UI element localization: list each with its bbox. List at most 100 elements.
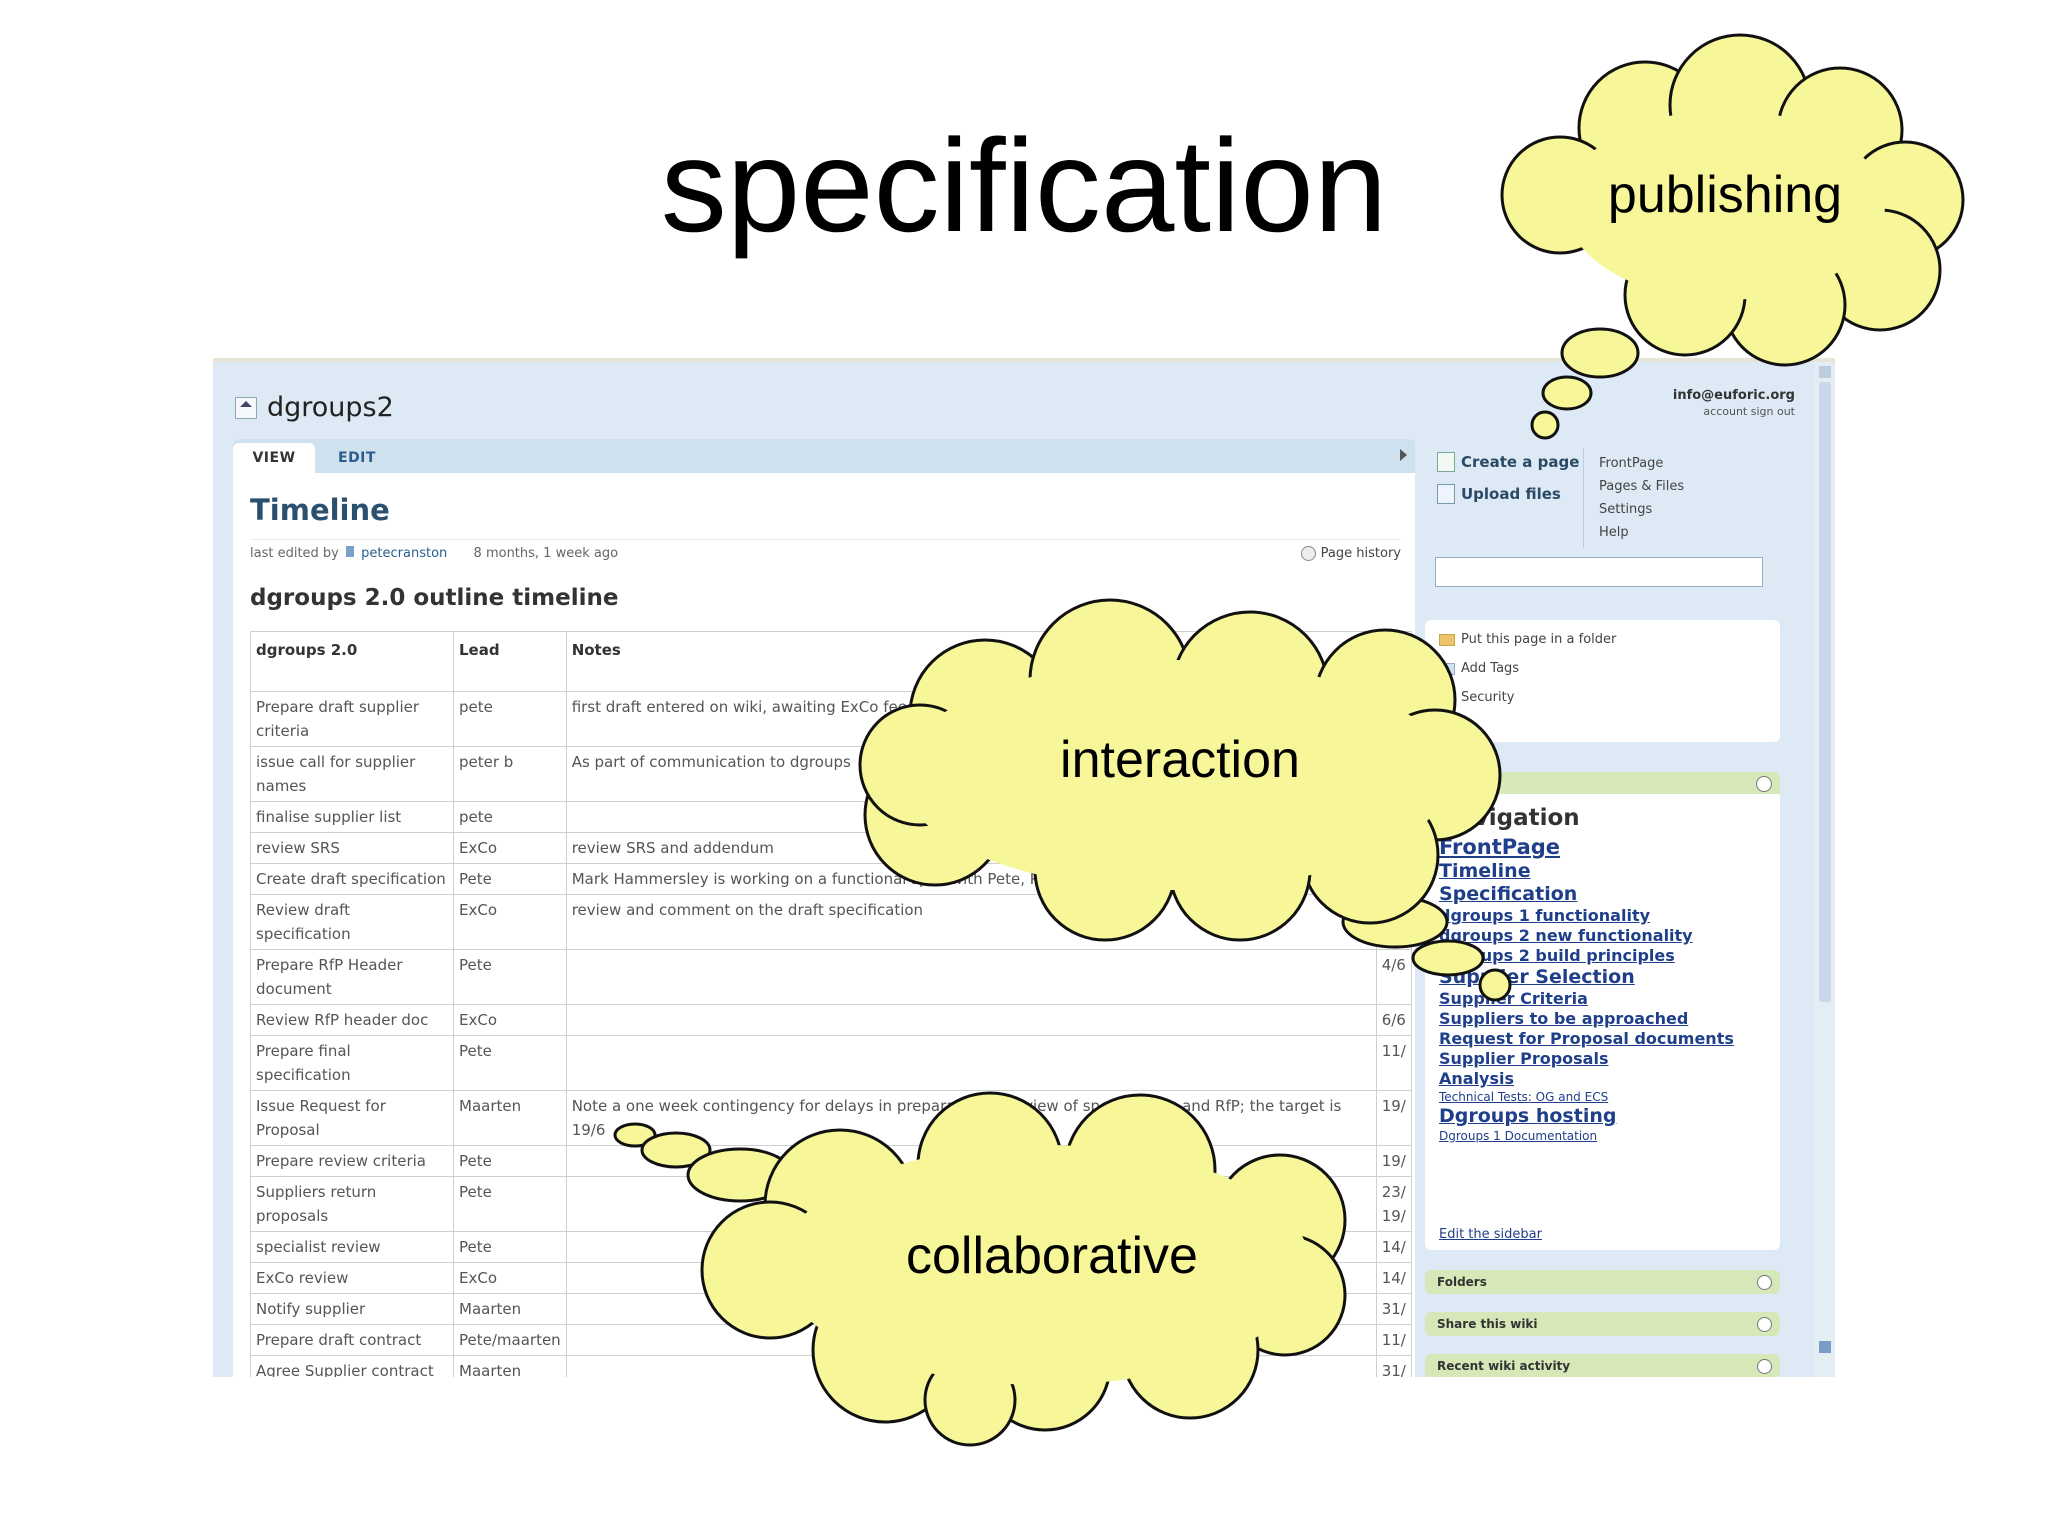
create-page-label[interactable]: Create a page [1461,453,1579,471]
scroll-down-arrow-icon[interactable] [1819,1341,1831,1353]
folders-section[interactable]: Folders [1425,1270,1780,1294]
cell-date [1375,832,1412,864]
account-links[interactable]: account sign out [1673,405,1795,418]
header-lead: Lead [453,631,567,692]
nav-link[interactable]: dgroups 2 new functionality [1439,926,1734,946]
table-row: review SRS ExCo review SRS and addendum [250,832,1412,864]
put-in-folder-label[interactable]: Put this page in a folder [1461,632,1616,647]
cell-date: 6/6 [1375,1004,1412,1036]
cell-lead: ExCo [453,832,567,864]
timeline-table: dgroups 2.0 Lead Notes Prepare draft sup… [250,631,1412,1377]
nav-link[interactable]: FrontPage [1439,835,1734,860]
create-page-button[interactable]: Create a page [1437,452,1579,472]
quicklink-pages-files[interactable]: Pages & Files [1599,475,1684,498]
quicklink-settings[interactable]: Settings [1599,498,1684,521]
upload-files-button[interactable]: Upload files [1437,484,1579,504]
cell-notes [565,1035,1377,1091]
cell-lead: Pete [453,1231,567,1263]
navigation-title: Navigation [1439,805,1580,831]
nav-link[interactable]: Analysis [1439,1069,1734,1089]
cell-notes [565,801,1377,833]
folders-label[interactable]: Folders [1425,1275,1487,1289]
expand-icon[interactable] [1757,1317,1772,1332]
account-email[interactable]: info@euforic.org [1673,388,1795,403]
nav-link[interactable]: dgroups 2 build principles [1439,946,1734,966]
page-history-link[interactable]: Page history [1300,546,1401,561]
user-icon [346,546,355,557]
site-title[interactable]: dgroups2 [235,392,394,423]
table-row: Notify supplier Maarten 31/ [250,1293,1412,1325]
cell-date: 11/ [1375,1035,1412,1091]
edit-sidebar-link[interactable]: Edit the sidebar [1439,1227,1542,1242]
cell-date: 23/ 19/ [1375,1176,1412,1232]
home-icon[interactable] [235,396,257,419]
cell-date [1375,691,1412,747]
nav-link[interactable]: Technical Tests: OG and ECS [1439,1089,1734,1105]
table-row: Review RfP header doc ExCo 6/6 [250,1004,1412,1036]
scrollbar[interactable] [1815,362,1835,1377]
page-history-label[interactable]: Page history [1321,546,1401,561]
tab-edit[interactable]: EDIT [338,443,376,473]
site-name[interactable]: dgroups2 [267,392,394,423]
table-row: Prepare RfP Header document Pete 4/6 [250,949,1412,1005]
scrollbar-thumb[interactable] [1819,382,1831,1002]
recent-activity-label[interactable]: Recent wiki activity [1425,1359,1570,1373]
upload-files-label[interactable]: Upload files [1461,485,1561,503]
cell-task: Issue Request for Proposal [250,1090,454,1146]
divider [1583,448,1584,548]
cell-date [1375,746,1412,802]
tab-view[interactable]: VIEW [233,443,315,473]
quicklink-frontpage[interactable]: FrontPage [1599,452,1684,475]
cell-date: 31/ [1375,1293,1412,1325]
cell-notes: first draft entered on wiki, awaiting Ex… [565,691,1377,747]
share-section[interactable]: Share this wiki [1425,1312,1780,1336]
last-edited-user[interactable]: petecranston [361,546,447,561]
quicklink-help[interactable]: Help [1599,521,1684,544]
cell-notes: As part of communication to dgroups [565,746,1377,802]
page-title: Timeline [250,493,390,527]
header-notes: Notes [565,631,1377,692]
cell-lead: ExCo [453,1004,567,1036]
cell-date: 4/6 [1375,949,1412,1005]
security-link[interactable]: Security [1439,690,1514,705]
nav-link[interactable]: dgroups 1 functionality [1439,906,1734,926]
nav-link[interactable]: Dgroups hosting [1439,1105,1734,1128]
recent-activity-section[interactable]: Recent wiki activity [1425,1354,1780,1377]
table-row: Prepare review criteria Pete 19/ [250,1145,1412,1177]
add-tags-link[interactable]: Add Tags [1439,661,1519,676]
security-label[interactable]: Security [1461,690,1514,705]
put-in-folder-link[interactable]: Put this page in a folder [1439,632,1616,647]
nav-link[interactable]: Supplier Selection [1439,966,1734,989]
add-tags-label[interactable]: Add Tags [1461,661,1519,676]
search-input[interactable] [1435,557,1763,587]
new-page-icon [1437,452,1455,472]
cell-date: 19/ [1375,1090,1412,1146]
navigation-box: Navigation FrontPage Timeline Specificatio… [1425,772,1780,1250]
cell-task: review SRS [250,832,454,864]
table-row: Prepare draft contract Pete/maarten 11/ [250,1324,1412,1356]
tag-icon [1439,662,1455,675]
collapse-icon[interactable] [1756,776,1772,792]
nav-link[interactable]: Specification [1439,883,1734,906]
nav-link[interactable]: Timeline [1439,860,1734,883]
nav-link[interactable]: Request for Proposal documents [1439,1029,1734,1049]
last-edited-time: 8 months, 1 week ago [473,546,619,561]
share-label[interactable]: Share this wiki [1425,1317,1538,1331]
nav-link[interactable]: Supplier Criteria [1439,989,1734,1009]
cell-notes: Note a one week contingency for delays i… [565,1090,1377,1146]
expand-arrow-icon[interactable] [1400,449,1407,461]
table-header-row: dgroups 2.0 Lead Notes [250,631,1412,692]
expand-icon[interactable] [1757,1275,1772,1290]
cell-task: specialist review [250,1231,454,1263]
cell-notes [565,1176,1377,1232]
nav-link[interactable]: Dgroups 1 Documentation [1439,1128,1734,1144]
nav-link[interactable]: Supplier Proposals [1439,1049,1734,1069]
nav-link[interactable]: Suppliers to be approached [1439,1009,1734,1029]
cell-task: ExCo review [250,1262,454,1294]
cell-task: issue call for supplier names [250,746,454,802]
expand-icon[interactable] [1757,1359,1772,1374]
table-row: issue call for supplier names peter b As p… [250,746,1412,802]
cell-task: finalise supplier list [250,801,454,833]
scroll-up-arrow-icon[interactable] [1819,366,1831,378]
cell-notes: review SRS and addendum [565,832,1377,864]
